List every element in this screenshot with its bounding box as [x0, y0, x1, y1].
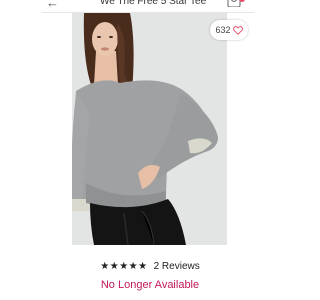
heart-outline-icon: [232, 25, 243, 35]
cart-badge: [239, 0, 245, 2]
top-bar: ← We The Free 5 Star Tee: [42, 0, 254, 13]
likes-count: 632: [215, 25, 231, 35]
back-arrow-icon[interactable]: ←: [46, 0, 59, 9]
product-image[interactable]: [72, 13, 227, 245]
availability-status: No Longer Available: [100, 279, 200, 291]
rating-row[interactable]: ★★★★★ 2 Reviews: [0, 260, 300, 274]
product-page: ← We The Free 5 Star Tee 632 ★★★★★ 2 Rev…: [0, 0, 300, 300]
star-rating: ★★★★★: [100, 261, 148, 272]
product-photo: [72, 13, 227, 245]
page-title: We The Free 5 Star Tee: [100, 0, 207, 7]
reviews-link[interactable]: 2 Reviews: [154, 261, 200, 273]
like-button[interactable]: 632: [210, 20, 248, 40]
